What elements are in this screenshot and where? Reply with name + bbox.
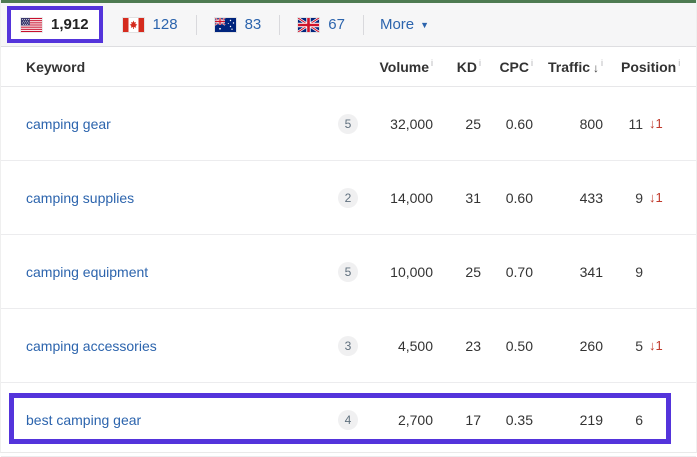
traffic-cell: 800 [533,116,603,132]
position-value: 11 [621,116,643,132]
more-countries-dropdown[interactable]: More ▼ [380,16,429,33]
country-tab-us[interactable]: 1,912 [7,6,103,43]
volume-cell: 2,700 [359,412,433,428]
country-tab-australia[interactable]: 83 [211,16,266,33]
traffic-cell: 341 [533,264,603,280]
keyword-link[interactable]: camping accessories [26,338,157,354]
serp-features-cell: 4 [337,410,359,430]
volume-cell: 32,000 [359,116,433,132]
position-value: 6 [621,412,643,428]
position-change-down: ↓1 [649,116,663,131]
position-cell: 11 ↓1 [603,116,697,132]
position-value: 9 [621,190,643,206]
position-value: 5 [621,338,643,354]
table-row: camping gear 5 32,000 25 0.60 800 11 ↓1 [1,87,696,161]
table-header-row: Keyword Volumei KDi CPCi Traffic↓i Posit… [1,47,696,87]
chevron-down-icon: ▼ [420,20,429,30]
cpc-cell: 0.60 [481,116,533,132]
canada-keyword-count: 128 [153,16,178,33]
position-cell: 9 [603,264,697,280]
table-row: camping supplies 2 14,000 31 0.60 433 9 ↓… [1,161,696,235]
keyword-link[interactable]: camping supplies [26,190,134,206]
volume-cell: 4,500 [359,338,433,354]
cpc-cell: 0.35 [481,412,533,428]
serp-features-cell: 5 [337,114,359,134]
column-header-keyword[interactable]: Keyword [1,59,337,75]
cpc-cell: 0.60 [481,190,533,206]
keyword-cell: camping supplies [1,190,337,206]
position-change-down: ↓1 [649,190,663,205]
info-icon[interactable]: i [678,58,680,68]
cpc-cell: 0.70 [481,264,533,280]
topbar-divider [279,15,280,35]
country-tab-canada[interactable]: 128 [119,16,182,33]
kd-cell: 25 [433,116,481,132]
keyword-link[interactable]: camping equipment [26,264,148,280]
table-row-highlighted: best camping gear 4 2,700 17 0.35 219 6 [1,383,696,457]
column-header-traffic[interactable]: Traffic↓i [533,58,603,75]
traffic-cell: 219 [533,412,603,428]
column-header-volume[interactable]: Volumei [359,58,433,75]
table-row: camping accessories 3 4,500 23 0.50 260 … [1,309,696,383]
cpc-cell: 0.50 [481,338,533,354]
serp-features-cell: 3 [337,336,359,356]
column-header-cpc[interactable]: CPCi [481,58,533,75]
volume-cell: 14,000 [359,190,433,206]
australia-keyword-count: 83 [245,16,262,33]
volume-cell: 10,000 [359,264,433,280]
kd-cell: 23 [433,338,481,354]
canada-flag-icon [123,18,144,32]
keyword-link[interactable]: camping gear [26,116,111,132]
position-value: 9 [621,264,643,280]
keyword-cell: camping equipment [1,264,337,280]
keyword-cell: best camping gear [1,412,337,428]
topbar-divider [363,15,364,35]
serp-features-badge[interactable]: 3 [338,336,358,356]
country-tab-uk[interactable]: 67 [294,16,349,33]
kd-cell: 31 [433,190,481,206]
us-flag-icon [21,18,42,32]
serp-features-badge[interactable]: 5 [338,262,358,282]
position-cell: 6 [603,412,697,428]
kd-cell: 17 [433,412,481,428]
position-cell: 9 ↓1 [603,190,697,206]
serp-features-badge[interactable]: 5 [338,114,358,134]
keyword-cell: camping accessories [1,338,337,354]
keyword-link[interactable]: best camping gear [26,412,141,428]
sort-descending-icon: ↓ [593,61,599,75]
column-header-position[interactable]: Positioni [603,58,697,75]
column-header-kd[interactable]: KDi [433,58,481,75]
kd-cell: 25 [433,264,481,280]
uk-flag-icon [298,18,319,32]
topbar-divider [196,15,197,35]
country-tab-bar: 1,912 128 83 [1,3,696,47]
more-label: More [380,16,414,33]
traffic-cell: 433 [533,190,603,206]
uk-keyword-count: 67 [328,16,345,33]
position-change-down: ↓1 [649,338,663,353]
table-row: camping equipment 5 10,000 25 0.70 341 9 [1,235,696,309]
position-cell: 5 ↓1 [603,338,697,354]
serp-features-cell: 5 [337,262,359,282]
keyword-cell: camping gear [1,116,337,132]
serp-features-badge[interactable]: 2 [338,188,358,208]
serp-features-badge[interactable]: 4 [338,410,358,430]
australia-flag-icon [215,18,236,32]
us-keyword-count: 1,912 [51,16,89,33]
serp-features-cell: 2 [337,188,359,208]
traffic-cell: 260 [533,338,603,354]
